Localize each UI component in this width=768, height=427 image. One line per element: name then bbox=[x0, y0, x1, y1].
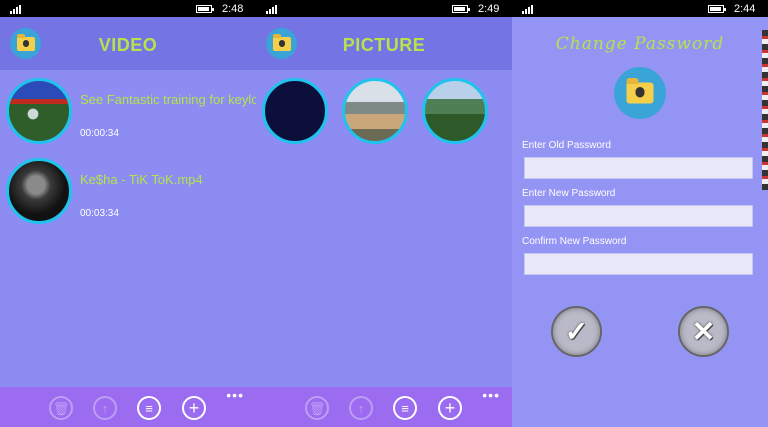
battery-icon bbox=[708, 5, 726, 13]
battery-icon bbox=[452, 5, 470, 13]
battery-icon bbox=[196, 5, 214, 13]
status-time: 2:49 bbox=[478, 3, 500, 15]
new-password-label: Enter New Password bbox=[522, 188, 616, 199]
status-bar: 2:49 bbox=[256, 0, 512, 17]
page-title: Change Password bbox=[555, 34, 725, 54]
status-bar: 2:48 bbox=[0, 0, 256, 17]
change-password-screen: 2:44 Change Password Enter Old Password … bbox=[512, 0, 768, 427]
signal-icon bbox=[10, 4, 21, 14]
more-icon[interactable]: ••• bbox=[226, 387, 244, 403]
signal-icon bbox=[266, 4, 277, 14]
more-icon[interactable]: ••• bbox=[482, 387, 500, 403]
confirm-password-label: Confirm New Password bbox=[522, 236, 627, 247]
status-time: 2:48 bbox=[222, 3, 244, 15]
add-icon[interactable]: + bbox=[182, 396, 206, 420]
edge-decoration bbox=[762, 30, 768, 190]
list-icon[interactable]: ≡ bbox=[393, 396, 417, 420]
new-password-field[interactable] bbox=[524, 205, 753, 227]
add-icon[interactable]: + bbox=[438, 396, 462, 420]
confirm-password-field[interactable] bbox=[524, 253, 753, 275]
folder-lock-icon bbox=[614, 67, 666, 119]
video-screen: 2:48 VIDEO See Fantastic training for ke… bbox=[0, 0, 256, 427]
status-bar: 2:44 bbox=[512, 0, 768, 17]
video-list-item[interactable]: See Fantastic training for keylo 00:00:3… bbox=[0, 77, 256, 147]
list-icon[interactable]: ≡ bbox=[137, 396, 161, 420]
upload-icon[interactable]: ↑ bbox=[93, 396, 117, 420]
video-title: Ke$ha - TiK ToK.mp4 bbox=[80, 172, 203, 187]
picture-thumbnail[interactable] bbox=[342, 78, 408, 144]
check-icon: ✓ bbox=[564, 316, 589, 347]
upload-icon[interactable]: ↑ bbox=[349, 396, 373, 420]
page-title: VIDEO bbox=[98, 35, 158, 55]
old-password-label: Enter Old Password bbox=[522, 140, 611, 151]
bottom-app-bar: 🗑 ↑ ≡ + ••• bbox=[256, 387, 512, 427]
picture-screen: 2:49 PICTURE 🗑 ↑ ≡ + ••• bbox=[256, 0, 512, 427]
video-thumbnail bbox=[6, 78, 72, 144]
confirm-button[interactable]: ✓ bbox=[551, 306, 602, 357]
app-header: PICTURE bbox=[256, 17, 512, 70]
signal-icon bbox=[522, 4, 533, 14]
picture-thumbnail[interactable] bbox=[422, 78, 488, 144]
close-icon: ✕ bbox=[691, 316, 716, 347]
video-duration: 00:00:34 bbox=[80, 128, 119, 139]
delete-icon[interactable]: 🗑 bbox=[49, 396, 73, 420]
picture-thumbnail[interactable] bbox=[262, 78, 328, 144]
page-title: PICTURE bbox=[342, 35, 426, 55]
video-list-item[interactable]: Ke$ha - TiK ToK.mp4 00:03:34 bbox=[0, 157, 256, 227]
status-time: 2:44 bbox=[734, 3, 756, 15]
app-header: VIDEO bbox=[0, 17, 256, 70]
bottom-app-bar: 🗑 ↑ ≡ + ••• bbox=[0, 387, 256, 427]
old-password-field[interactable] bbox=[524, 157, 753, 179]
delete-icon[interactable]: 🗑 bbox=[305, 396, 329, 420]
video-duration: 00:03:34 bbox=[80, 208, 119, 219]
video-title: See Fantastic training for keylo bbox=[80, 92, 256, 107]
video-thumbnail bbox=[6, 158, 72, 224]
cancel-button[interactable]: ✕ bbox=[678, 306, 729, 357]
